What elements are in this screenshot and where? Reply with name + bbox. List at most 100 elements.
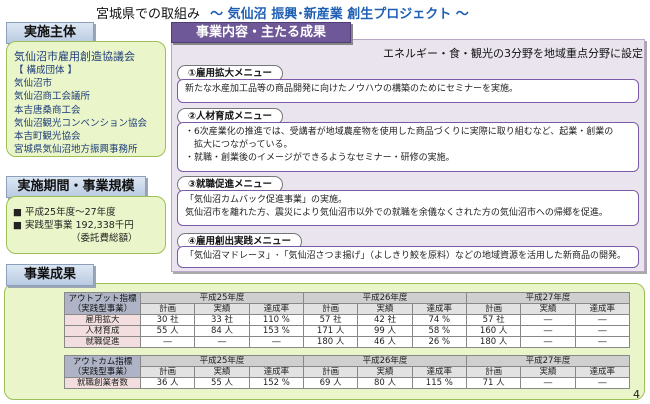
table-cell: 152 % — [248, 377, 304, 389]
table-cell: 69 人 — [302, 377, 359, 389]
menu-body-employment: 新たな水産加工品等の商品開発に向けたノウハウの構築のためにセミナーを実施。 — [177, 79, 639, 103]
col-rate: 達成率 — [411, 366, 467, 378]
table-cell: ― — [574, 336, 631, 348]
table-cell: ― — [520, 377, 576, 389]
table-row: 就職創業者数 36 人 55 人 152 % 69 人 80 人 115 % 7… — [64, 377, 631, 389]
outcome-header-line1: アウトカム指標 — [72, 356, 133, 367]
menu-line: 「気仙沼マドレーヌ」･「気仙沼さつま揚げ」（よしきり鮫を原料）などの地域資源を活… — [185, 251, 627, 261]
col-actual: 実績 — [520, 303, 576, 315]
implementer-org: 気仙沼市雇用創造協議会 — [14, 50, 135, 63]
table-cell: ― — [248, 336, 304, 348]
menu-line: 新たな水産加工品等の商品開発に向けたノウハウの構築のためにセミナーを実施。 — [185, 84, 519, 94]
outcome-header: アウトカム指標 （実践型事業） — [64, 355, 141, 378]
period-line: ■ 実践型事業 192,338千円 — [13, 220, 134, 232]
menu-line: ・6次産業化の推進では、受講者が地域農産物を使用した商品づくりに実際に取り組むな… — [185, 127, 614, 137]
table-cell: 30 社 — [139, 314, 196, 326]
member-item: 宮城県気仙沼地方振興事務所 — [14, 143, 138, 155]
period-line: （委託費総額） — [71, 233, 138, 245]
table-cell: 180 人 — [302, 336, 359, 348]
row-label: 雇用拡大 — [64, 314, 141, 326]
table-row: 就職促進 ― ― ― 180 人 46 人 26 % 180 人 ― ― — [64, 336, 631, 348]
table-cell: 55 人 — [139, 325, 196, 337]
menu-body-job-promotion: 「気仙沼カムバック促進事業」の実施。 気仙沼市を離れた方、震災により気仙沼市以外… — [177, 190, 639, 226]
col-actual: 実績 — [194, 366, 250, 378]
menu-body-job-creation: 「気仙沼マドレーヌ」･「気仙沼さつま揚げ」（よしきり鮫を原料）などの地域資源を活… — [177, 246, 639, 268]
member-item: 気仙沼観光コンベンション協会 — [14, 117, 148, 129]
member-item: 本吉町観光協会 — [14, 130, 81, 142]
page-title-main: 宮城県での取組み — [96, 7, 201, 22]
member-item: 本吉唐桑商工会 — [14, 104, 81, 116]
table-cell: 46 人 — [357, 336, 413, 348]
year-header: 平成26年度 — [302, 292, 467, 304]
page-title: 宮城県での取組み ～ 気仙沼 振興･新産業 創生プロジェクト ～ — [96, 3, 469, 22]
table-cell: ― — [520, 336, 576, 348]
table-row: 雇用拡大 30 社 33 社 110 % 57 社 42 社 74 % 57 社… — [64, 314, 631, 326]
table-row: 人材育成 55 人 84 人 153 % 171 人 99 人 58 % 160… — [64, 325, 631, 337]
row-label: 就職促進 — [64, 336, 141, 348]
table-cell: ― — [139, 336, 196, 348]
col-rate: 達成率 — [248, 366, 304, 378]
table-cell: ― — [574, 314, 631, 326]
col-actual: 実績 — [520, 366, 576, 378]
menu-line: 拡大につながっている。 — [185, 140, 293, 151]
year-header: 平成27年度 — [465, 355, 631, 367]
table-cell: 99 人 — [357, 325, 413, 337]
table-cell: 115 % — [411, 377, 467, 389]
content-tagline: エネルギー・食・観光の3分野を地域重点分野に設定 — [383, 47, 643, 60]
table-cell: 33 社 — [194, 314, 250, 326]
member-item: 気仙沼市 — [14, 78, 53, 90]
col-rate: 達成率 — [574, 366, 631, 378]
menu-line: 気仙沼市を離れた方、震災により気仙沼市以外での就職を余儀なくされた方の気仙沼市へ… — [185, 208, 608, 219]
output-table: アウトプット指標 （実践型事業） 平成25年度 平成26年度 平成27年度 計画… — [64, 292, 631, 348]
year-header: 平成25年度 — [140, 355, 304, 367]
members-title: 【 構成団体 】 — [14, 65, 78, 77]
results-heading: 事業成果 — [6, 264, 94, 286]
table-cell: 84 人 — [194, 325, 250, 337]
outcome-table: アウトカム指標 （実践型事業） 平成25年度 平成26年度 平成27年度 計画 … — [64, 355, 631, 389]
col-plan: 計画 — [139, 303, 196, 315]
period-box: ■ 平成25年度～27年度 ■ 実践型事業 192,338千円 （委託費総額） — [6, 196, 166, 254]
table-cell: 58 % — [411, 325, 467, 337]
menu-body-training: ・6次産業化の推進では、受講者が地域農産物を使用した商品づくりに実際に取り組むな… — [177, 122, 639, 172]
period-line: ■ 平成25年度～27年度 — [13, 207, 116, 218]
table-cell: 71 人 — [465, 377, 522, 389]
table-cell: 42 社 — [357, 314, 413, 326]
year-header: 平成25年度 — [140, 292, 304, 304]
row-label: 就職創業者数 — [64, 377, 141, 389]
output-header-line2: （実践型事業） — [72, 303, 133, 314]
table-cell: 74 % — [411, 314, 467, 326]
col-actual: 実績 — [357, 303, 413, 315]
menu-line: 「気仙沼カムバック促進事業」の実施。 — [185, 195, 348, 205]
year-header: 平成27年度 — [465, 292, 631, 304]
table-cell: ― — [520, 314, 576, 326]
table-cell: ― — [520, 325, 576, 337]
table-cell: 55 人 — [194, 377, 250, 389]
col-plan: 計画 — [302, 366, 359, 378]
col-plan: 計画 — [139, 366, 196, 378]
table-cell: 26 % — [411, 336, 467, 348]
period-heading: 実施期間・事業規模 — [6, 176, 146, 198]
table-cell: 160 人 — [465, 325, 522, 337]
col-rate: 達成率 — [248, 303, 304, 315]
menu-line: ・就職・創業後のイメージができるようなセミナー・研修の実施。 — [185, 153, 455, 164]
col-rate: 達成率 — [411, 303, 467, 315]
row-label: 人材育成 — [64, 325, 141, 337]
table-cell: 110 % — [248, 314, 304, 326]
output-header-line1: アウトプット指標 — [68, 293, 137, 304]
implementer-box: 気仙沼市雇用創造協議会 【 構成団体 】 気仙沼市 気仙沼商工会議所 本吉唐桑商… — [6, 41, 166, 157]
col-actual: 実績 — [357, 366, 413, 378]
page-title-sub: ～ 気仙沼 振興･新産業 創生プロジェクト ～ — [210, 7, 469, 22]
table-cell: 80 人 — [357, 377, 413, 389]
table-cell: ― — [194, 336, 250, 348]
col-plan: 計画 — [465, 366, 522, 378]
output-header: アウトプット指標 （実践型事業） — [64, 292, 141, 315]
table-cell: 57 社 — [465, 314, 522, 326]
table-cell: 171 人 — [302, 325, 359, 337]
page-number: 4 — [633, 388, 640, 401]
table-cell: ― — [574, 377, 631, 389]
table-cell: ― — [574, 325, 631, 337]
col-actual: 実績 — [194, 303, 250, 315]
table-cell: 36 人 — [139, 377, 196, 389]
content-heading: 事業内容・主たる成果 — [171, 22, 351, 43]
table-cell: 57 社 — [302, 314, 359, 326]
